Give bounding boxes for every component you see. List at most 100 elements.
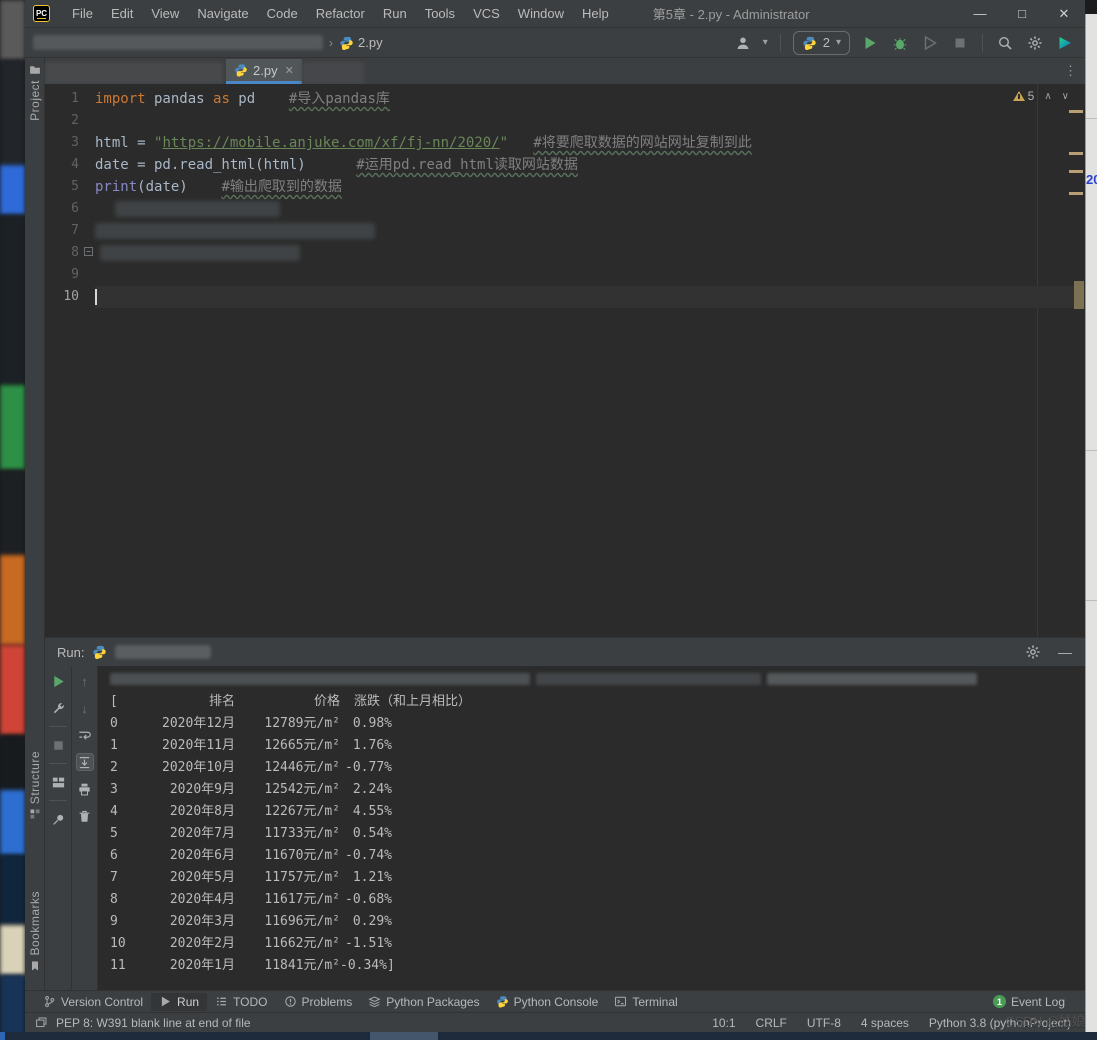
scroll-to-end-icon[interactable] (76, 753, 94, 771)
sidebar-item-bookmarks[interactable]: Bookmarks (25, 891, 45, 972)
run-config-wrench-icon[interactable] (49, 699, 67, 717)
folder-icon (29, 64, 41, 76)
line-number: 5 (45, 176, 95, 198)
run-console[interactable]: [排名价格涨跌（和上月相比）02020年12月12789元/m²0.98%120… (97, 666, 1085, 990)
next-warning-chevron-icon[interactable]: ∨ (1062, 91, 1069, 102)
code-line (95, 220, 1085, 242)
toolwindow-version-control[interactable]: Version Control (35, 993, 151, 1011)
code-line: date = pd.read_html(html) #运用pd.read_htm… (95, 154, 1085, 176)
background-text-fragment: 20 (1086, 172, 1097, 187)
run-configuration-select[interactable]: 2 ▾ (793, 31, 850, 55)
warning-icon (1013, 91, 1025, 101)
line-number: 7 (45, 220, 95, 242)
toolwindow-python-packages[interactable]: Python Packages (360, 993, 487, 1011)
sidebar-item-project[interactable]: Project (25, 64, 45, 121)
background-window-strip: 20 (1085, 14, 1097, 1032)
redacted-code (115, 201, 280, 217)
run-with-coverage-button[interactable] (920, 33, 940, 53)
pycharm-window: PC FileEditViewNavigateCodeRefactorRunTo… (25, 0, 1085, 1032)
close-tab-icon[interactable]: ✕ (285, 64, 294, 77)
redacted-run-tab[interactable] (115, 645, 211, 659)
up-stack-trace-icon[interactable]: ↑ (76, 672, 94, 690)
menu-run[interactable]: Run (375, 3, 415, 24)
caret-position[interactable]: 10:1 (712, 1016, 735, 1030)
user-dropdown-chevron-icon[interactable]: ▾ (763, 37, 768, 48)
clear-console-icon[interactable] (76, 807, 94, 825)
console-row: 82020年4月11617元/m²-0.68% (110, 889, 1085, 911)
user-account-icon[interactable] (733, 33, 753, 53)
screen: 20 PC FileEditViewNavigateCodeRefactorRu… (0, 0, 1097, 1040)
menu-window[interactable]: Window (510, 3, 572, 24)
redacted-tab[interactable] (302, 62, 364, 84)
restore-layout-icon[interactable] (49, 773, 67, 791)
console-row: 72020年5月11757元/m²1.21% (110, 867, 1085, 889)
menu-file[interactable]: File (64, 3, 101, 24)
status-message[interactable]: PEP 8: W391 blank line at end of file (56, 1016, 251, 1030)
menu-vcs[interactable]: VCS (465, 3, 508, 24)
terminal-icon (614, 995, 627, 1008)
pin-tab-icon[interactable] (49, 810, 67, 828)
stop-process-button[interactable] (49, 736, 67, 754)
inspections-widget[interactable]: 5 ∧ ∨ (1013, 89, 1069, 103)
line-number: 6 (45, 198, 95, 220)
code-line (95, 242, 1085, 264)
text-caret (95, 289, 97, 305)
toolwindow-python-console[interactable]: Python Console (488, 993, 607, 1011)
line-number: 1 (45, 88, 95, 110)
run-toolbar-inner: ↑ ↓ (71, 666, 97, 990)
scrollbar-thumb[interactable] (1074, 281, 1084, 309)
toolwindow-event-log[interactable]: 1Event Log (985, 993, 1073, 1011)
python-interpreter[interactable]: Python 3.8 (pythonProject) (929, 1016, 1071, 1030)
event-log-badge: 1 (993, 995, 1006, 1008)
code-area[interactable]: import pandas as pd #导入pandas库html = "ht… (95, 84, 1085, 637)
code-with-me-icon[interactable] (1055, 33, 1075, 53)
tab-options-kebab-icon[interactable]: ⋮ (1064, 63, 1077, 79)
search-everywhere-icon[interactable] (995, 33, 1015, 53)
print-icon[interactable] (76, 780, 94, 798)
fold-icon[interactable]: − (84, 247, 93, 256)
code-editor[interactable]: 12345678−910 import pandas as pd #导入pand… (45, 84, 1085, 637)
menu-code[interactable]: Code (259, 3, 306, 24)
python-file-icon (339, 35, 354, 50)
hide-panel-icon[interactable]: — (1055, 642, 1075, 662)
line-number: 10 (45, 286, 95, 308)
menu-view[interactable]: View (143, 3, 187, 24)
line-separator[interactable]: CRLF (756, 1016, 787, 1030)
run-settings-gear-icon[interactable] (1023, 642, 1043, 662)
rerun-button[interactable] (49, 672, 67, 690)
down-stack-trace-icon[interactable]: ↓ (76, 699, 94, 717)
python-run-tab-icon (92, 645, 107, 660)
breadcrumb-chevron-icon: › (329, 36, 333, 50)
code-line (95, 286, 1085, 308)
soft-wrap-icon[interactable] (76, 726, 94, 744)
redacted-code (100, 245, 300, 261)
toolwindow-todo[interactable]: TODO (207, 993, 275, 1011)
warning-count: 5 (1013, 89, 1035, 103)
indent-style[interactable]: 4 spaces (861, 1016, 909, 1030)
menu-navigate[interactable]: Navigate (189, 3, 256, 24)
menu-refactor[interactable]: Refactor (308, 3, 373, 24)
tab-2py[interactable]: 2.py ✕ (226, 59, 302, 84)
redacted-tab[interactable] (45, 62, 223, 84)
toolwindow-problems[interactable]: Problems (276, 993, 361, 1011)
console-header-row: [排名价格涨跌（和上月相比） (110, 691, 1085, 713)
settings-gear-icon[interactable] (1025, 33, 1045, 53)
menu-tools[interactable]: Tools (417, 3, 463, 24)
run-toolbar-outer (45, 666, 71, 990)
close-button[interactable]: ✕ (1043, 0, 1085, 27)
breadcrumb-file[interactable]: 2.py (339, 35, 383, 50)
maximize-button[interactable]: □ (1001, 0, 1043, 27)
toolwindow-terminal[interactable]: Terminal (606, 993, 685, 1011)
stop-button[interactable] (950, 33, 970, 53)
prev-warning-chevron-icon[interactable]: ∧ (1044, 91, 1051, 102)
problems-icon (284, 995, 297, 1008)
debug-button[interactable] (890, 33, 910, 53)
sidebar-item-structure[interactable]: Structure (25, 751, 45, 820)
minimize-button[interactable]: — (959, 0, 1001, 27)
tool-window-stripe: Project Structure Bookmarks (25, 58, 45, 990)
run-button[interactable] (860, 33, 880, 53)
toolwindow-run[interactable]: Run (151, 993, 207, 1011)
file-encoding[interactable]: UTF-8 (807, 1016, 841, 1030)
menu-help[interactable]: Help (574, 3, 617, 24)
menu-edit[interactable]: Edit (103, 3, 141, 24)
